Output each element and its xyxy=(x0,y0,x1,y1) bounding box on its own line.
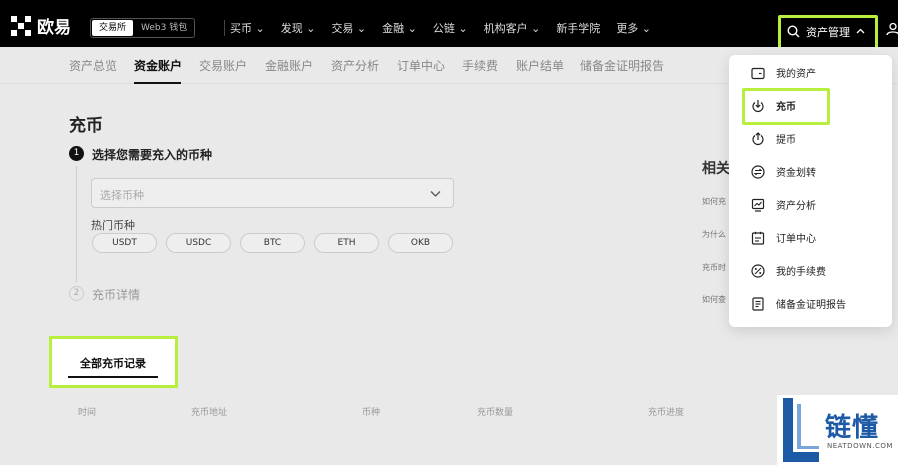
nav-buy-crypto[interactable]: 买币 ⌄ xyxy=(230,20,265,36)
nav-more[interactable]: 更多 ⌄ xyxy=(616,20,651,36)
menu-item-transfer[interactable]: 资金划转 xyxy=(751,164,816,179)
menu-item-label: 我的手续费 xyxy=(776,267,826,278)
exchange-tab[interactable]: 交易所 xyxy=(92,20,134,36)
menu-item-asset-analysis[interactable]: 资产分析 xyxy=(751,197,816,212)
menu-item-label: 提币 xyxy=(776,135,796,146)
coin-chip-eth[interactable]: ETH xyxy=(314,233,379,253)
analysis-icon xyxy=(751,198,765,212)
nav-institutional[interactable]: 机构客户 ⌄ xyxy=(484,20,541,36)
subnav-statements[interactable]: 账户结单 xyxy=(516,57,564,74)
brand-name: 欧易 xyxy=(37,18,71,38)
withdraw-icon xyxy=(752,131,764,145)
step-1-badge: 1 xyxy=(69,146,84,161)
nav-chain[interactable]: 公链 ⌄ xyxy=(433,20,468,36)
coin-select-placeholder: 选择币种 xyxy=(100,189,144,202)
step-connector xyxy=(76,166,77,282)
column-progress: 充币进度 xyxy=(648,408,685,418)
menu-item-label: 储备金证明报告 xyxy=(776,300,846,311)
watermark-text: 链懂 xyxy=(825,413,880,443)
subnav-active-underline xyxy=(134,82,181,84)
step-1-label: 选择您需要充入的币种 xyxy=(92,148,213,162)
asset-management-label: 资产管理 xyxy=(806,26,850,39)
records-tab-underline xyxy=(68,376,158,378)
order-icon xyxy=(751,231,765,245)
step-2-label: 充币详情 xyxy=(92,288,141,302)
column-time: 时间 xyxy=(78,408,97,418)
transfer-icon xyxy=(751,164,765,179)
web3-wallet-tab[interactable]: Web3 钱包 xyxy=(134,19,194,37)
watermark-subtext: NEATDOWN.COM xyxy=(827,442,893,450)
user-icon[interactable] xyxy=(886,22,898,36)
faq-link-1[interactable]: 如何充 xyxy=(702,196,726,207)
hot-coins-label: 热门币种 xyxy=(91,219,135,232)
wallet-icon xyxy=(751,67,765,79)
subnav-trading-account[interactable]: 交易账户 xyxy=(199,57,247,74)
chevron-up-icon xyxy=(856,28,865,34)
subnav-finance-account[interactable]: 金融账户 xyxy=(265,57,313,74)
report-icon xyxy=(752,296,764,311)
menu-item-label: 我的资产 xyxy=(776,69,816,80)
coin-chip-usdc[interactable]: USDC xyxy=(166,233,231,253)
watermark-logo-icon xyxy=(783,398,819,462)
fee-icon xyxy=(751,263,765,278)
subnav-funding-account[interactable]: 资金账户 xyxy=(134,57,182,74)
faq-link-4[interactable]: 如何查 xyxy=(702,294,726,305)
related-title: 相关 xyxy=(702,161,730,177)
logo[interactable]: 欧易 xyxy=(11,13,71,38)
nav-finance[interactable]: 金融 ⌄ xyxy=(382,20,417,36)
menu-item-withdraw[interactable]: 提币 xyxy=(751,131,796,146)
page-title: 充币 xyxy=(69,116,103,136)
subnav-asset-overview[interactable]: 资产总览 xyxy=(69,57,117,74)
column-amount: 充币数量 xyxy=(477,408,514,418)
coin-select[interactable]: 选择币种 xyxy=(91,178,454,208)
menu-item-proof-of-reserves[interactable]: 储备金证明报告 xyxy=(751,296,846,311)
deposit-records-label: 全部充币记录 xyxy=(80,357,146,370)
menu-item-my-assets[interactable]: 我的资产 xyxy=(751,65,816,80)
deposit-highlight-frame xyxy=(742,88,830,125)
nav-trade[interactable]: 交易 ⌄ xyxy=(331,20,366,36)
faq-link-3[interactable]: 充币时 xyxy=(702,262,726,273)
chevron-down-icon xyxy=(430,191,441,197)
deposit-records-tab[interactable]: 全部充币记录 xyxy=(49,336,178,388)
coin-chip-btc[interactable]: BTC xyxy=(240,233,305,253)
step-2-badge: 2 xyxy=(69,286,84,301)
nav-learn[interactable]: 新手学院 xyxy=(556,20,600,36)
top-nav-bar: 欧易 交易所 Web3 钱包 买币 ⌄ 发现 ⌄ 交易 ⌄ 金融 ⌄ 公链 ⌄ … xyxy=(0,0,898,57)
menu-item-label: 资产分析 xyxy=(776,201,816,212)
main-nav: 买币 ⌄ 发现 ⌄ 交易 ⌄ 金融 ⌄ 公链 ⌄ 机构客户 ⌄ 新手学院 更多 … xyxy=(230,20,651,36)
coin-chip-usdt[interactable]: USDT xyxy=(92,233,157,253)
watermark: 链懂 NEATDOWN.COM xyxy=(777,395,898,465)
column-address: 充币地址 xyxy=(191,408,228,418)
subnav-asset-analysis[interactable]: 资产分析 xyxy=(331,57,379,74)
okx-logo-icon xyxy=(11,15,31,36)
nav-discover[interactable]: 发现 ⌄ xyxy=(281,20,316,36)
coin-chip-okb[interactable]: OKB xyxy=(388,233,453,253)
mode-switch: 交易所 Web3 钱包 xyxy=(90,18,196,38)
search-icon[interactable] xyxy=(787,25,800,38)
menu-item-label: 资金划转 xyxy=(776,168,816,179)
column-coin: 币种 xyxy=(362,408,381,418)
subnav-proof-of-reserves[interactable]: 储备金证明报告 xyxy=(580,57,664,74)
menu-item-my-fees[interactable]: 我的手续费 xyxy=(751,263,826,278)
faq-link-2[interactable]: 为什么 xyxy=(702,229,726,240)
nav-divider xyxy=(224,20,225,36)
subnav-order-center[interactable]: 订单中心 xyxy=(397,57,445,74)
hot-coins-list: USDT USDC BTC ETH OKB xyxy=(92,233,453,253)
menu-item-order-center[interactable]: 订单中心 xyxy=(751,230,816,245)
subnav-fees[interactable]: 手续费 xyxy=(462,57,498,74)
menu-item-label: 订单中心 xyxy=(776,234,816,245)
